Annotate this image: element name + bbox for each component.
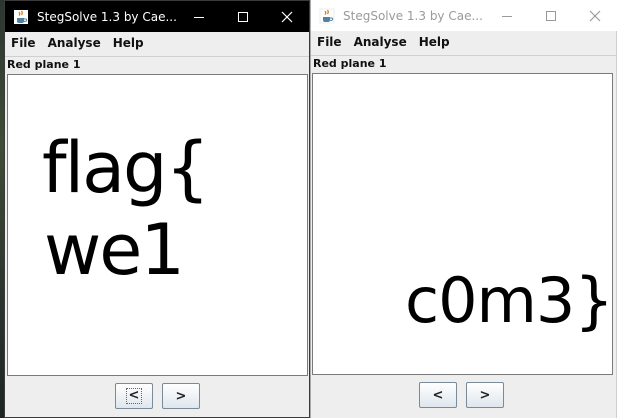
window-title: StegSolve 1.3 by Cae... [37, 9, 177, 24]
minimize-icon [502, 15, 512, 17]
menu-bar: File Analyse Help [311, 31, 617, 53]
stegsolve-window-right: StegSolve 1.3 by Cae... File Analyse Hel… [310, 0, 617, 418]
maximize-button[interactable] [529, 0, 573, 31]
plane-label: Red plane 1 [7, 58, 81, 71]
maximize-icon [546, 10, 556, 21]
menu-analyse[interactable]: Analyse [42, 32, 107, 54]
navigation-bar: < > [311, 377, 617, 418]
next-label: > [175, 388, 187, 404]
menu-bar: File Analyse Help [5, 32, 309, 54]
previous-plane-button[interactable]: < [419, 382, 457, 408]
menu-help[interactable]: Help [413, 31, 456, 53]
close-button[interactable] [265, 1, 309, 32]
close-icon [589, 10, 601, 21]
plane-label: Red plane 1 [313, 57, 387, 70]
previous-plane-button[interactable]: < [115, 383, 153, 409]
next-plane-button[interactable]: > [466, 382, 504, 408]
previous-label: < [125, 388, 143, 404]
navigation-bar: < > [5, 378, 309, 417]
menu-file[interactable]: File [5, 32, 42, 54]
java-coffee-cup-icon [319, 8, 335, 24]
menu-analyse[interactable]: Analyse [348, 31, 413, 53]
menu-file[interactable]: File [311, 31, 348, 53]
image-canvas: flag{ we1 [7, 74, 308, 376]
close-icon [281, 11, 293, 22]
title-bar[interactable]: StegSolve 1.3 by Cae... [311, 0, 617, 31]
separator [5, 56, 309, 57]
window-title: StegSolve 1.3 by Cae... [343, 8, 483, 23]
minimize-button[interactable] [177, 1, 221, 32]
java-coffee-cup-icon [13, 9, 29, 25]
maximize-icon [238, 11, 248, 22]
decoded-text-line-2: we1 [44, 209, 185, 291]
desktop: StegSolve 1.3 by Cae... File Analyse Hel… [0, 0, 617, 418]
previous-label: < [432, 387, 444, 403]
minimize-icon [194, 16, 204, 18]
next-label: > [479, 387, 491, 403]
maximize-button[interactable] [221, 1, 265, 32]
decoded-text-line-1: c0m3} [405, 264, 613, 337]
minimize-button[interactable] [485, 0, 529, 31]
menu-help[interactable]: Help [107, 32, 150, 54]
title-bar[interactable]: StegSolve 1.3 by Cae... [5, 1, 309, 32]
decoded-text-line-1: flag{ [42, 127, 210, 209]
image-canvas: c0m3} [312, 73, 613, 375]
stegsolve-window-left: StegSolve 1.3 by Cae... File Analyse Hel… [4, 0, 310, 418]
close-button[interactable] [573, 0, 617, 31]
next-plane-button[interactable]: > [162, 383, 200, 409]
separator [311, 55, 617, 56]
